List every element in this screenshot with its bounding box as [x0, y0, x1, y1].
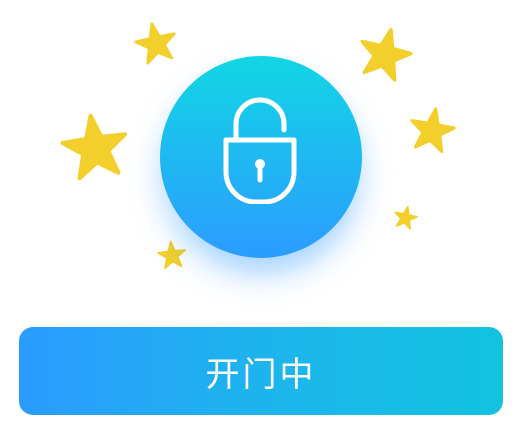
star-icon [55, 107, 134, 186]
star-icon [404, 102, 460, 158]
star-icon [391, 203, 421, 233]
opening-door-button[interactable]: 开门中 [19, 327, 503, 415]
unlocked-padlock-icon [212, 94, 308, 204]
star-icon [156, 239, 189, 272]
star-icon [130, 17, 182, 69]
star-icon [351, 20, 419, 88]
opening-door-dialog: 开门中 [0, 0, 516, 439]
